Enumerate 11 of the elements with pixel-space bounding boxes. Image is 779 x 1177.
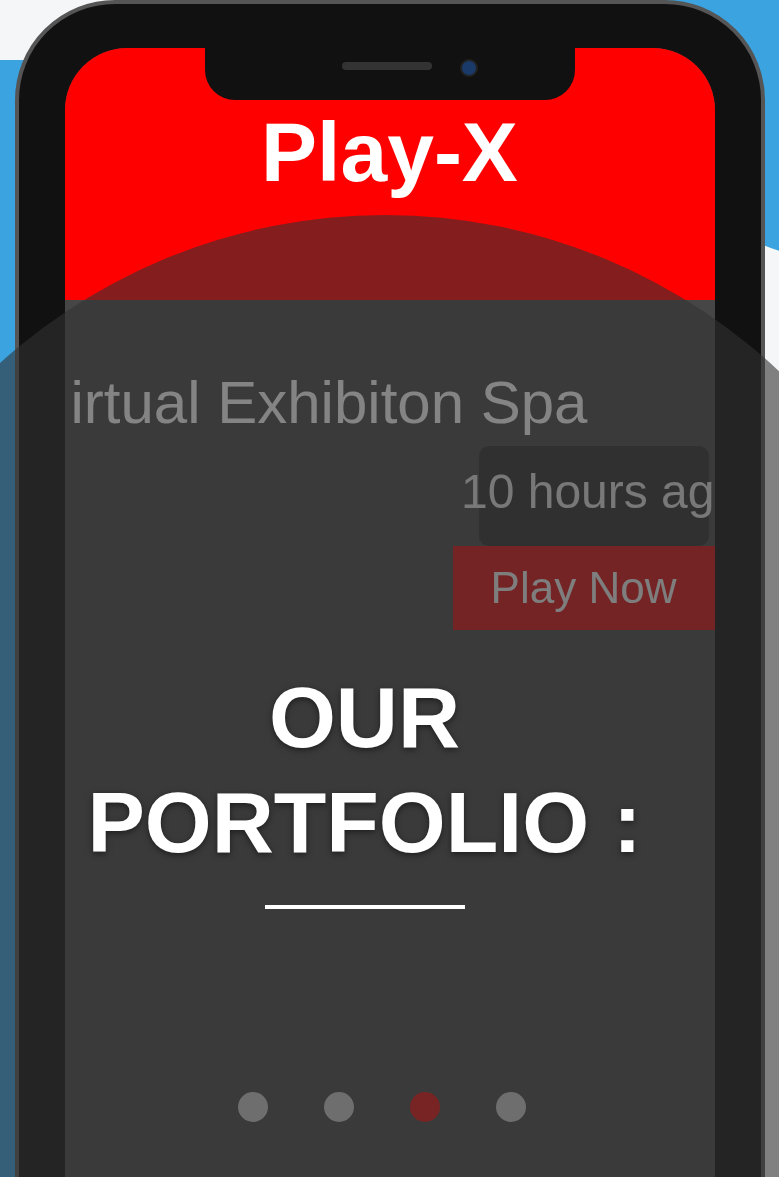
carousel-dot[interactable] — [496, 1092, 526, 1122]
card-time: 10 hours ag — [460, 464, 715, 519]
play-button[interactable]: Play Now — [452, 546, 715, 630]
speaker-icon — [341, 62, 432, 70]
portfolio-heading: OUR PORTFOLIO : — [86, 668, 643, 872]
carousel-dot[interactable] — [410, 1092, 440, 1122]
card-title: irtual Exhibiton Spa — [69, 370, 589, 436]
camera-icon — [459, 59, 478, 77]
carousel-dot[interactable] — [238, 1092, 268, 1122]
carousel-dot[interactable] — [324, 1092, 354, 1122]
app-title: Play-X — [261, 106, 518, 199]
